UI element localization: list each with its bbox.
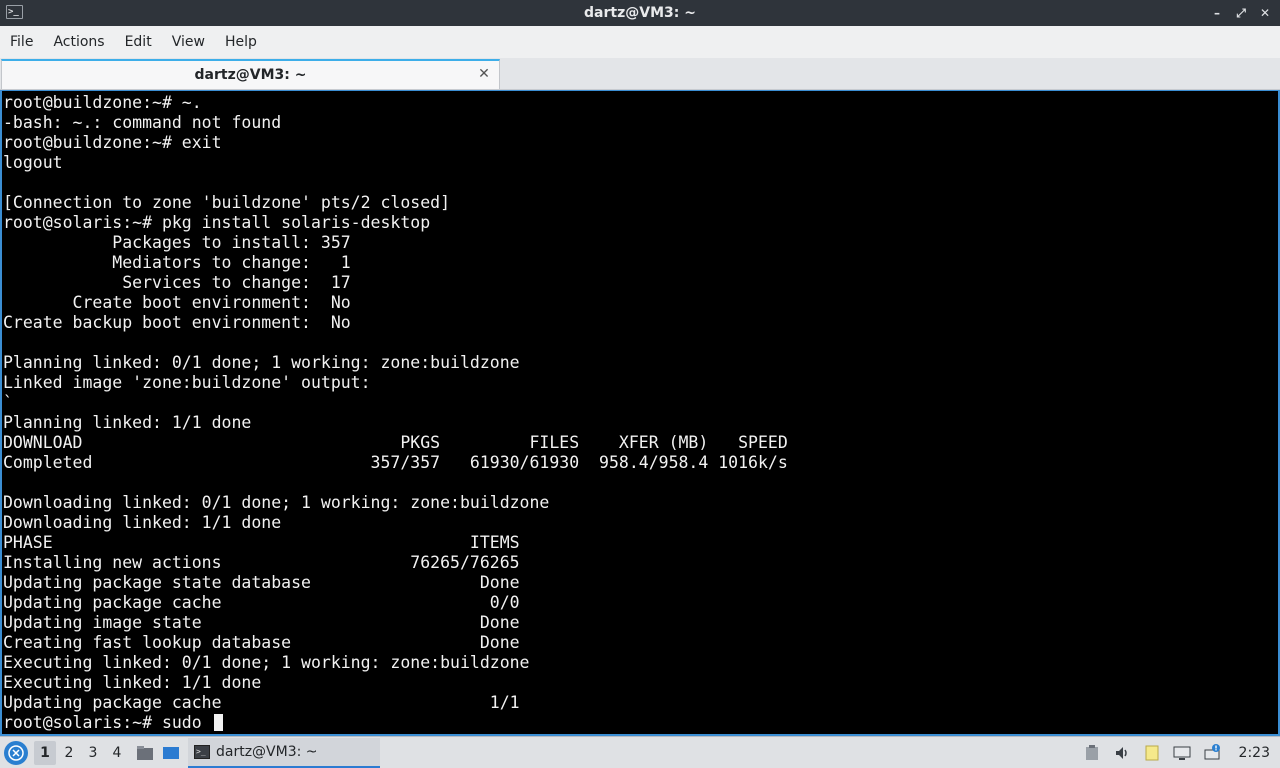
file-manager-launcher[interactable]: [134, 742, 156, 764]
menu-file[interactable]: File: [10, 34, 43, 50]
terminal-task-icon: >_: [194, 744, 210, 759]
maximize-button[interactable]: ⤢: [1234, 6, 1248, 21]
start-menu-button[interactable]: [4, 740, 28, 765]
tab-terminal[interactable]: dartz@VM3: ~ ✕: [1, 59, 500, 89]
taskbar-task-label: dartz@VM3: ~: [216, 743, 318, 760]
terminal-line: Updating package state database Done: [3, 573, 520, 592]
network-notification-icon: [1204, 743, 1220, 759]
menu-bar: File Actions Edit View Help: [0, 26, 1280, 58]
tab-label: dartz@VM3: ~: [194, 67, 307, 83]
clipboard-icon: [1085, 744, 1098, 760]
terminal-prompt: root@solaris:~# sudo: [3, 713, 212, 732]
terminal-line: Mediators to change: 1: [3, 253, 351, 272]
terminal-line: Downloading linked: 1/1 done: [3, 513, 282, 532]
menu-view[interactable]: View: [172, 34, 215, 50]
terminal-line: Planning linked: 0/1 done; 1 working: zo…: [3, 353, 520, 372]
terminal-line: [Connection to zone 'buildzone' pts/2 cl…: [3, 193, 451, 212]
terminal-line: Create boot environment: No: [3, 293, 351, 312]
network-tray[interactable]: [1203, 743, 1221, 762]
terminal-line: Updating package cache 0/0: [3, 593, 520, 612]
terminal-line: root@solaris:~# pkg install solaris-desk…: [3, 213, 431, 232]
menu-help[interactable]: Help: [225, 34, 267, 50]
start-logo-icon: [8, 744, 24, 761]
desktop-launcher[interactable]: [160, 742, 182, 764]
terminal-line: Completed 357/357 61930/61930 958.4/958.…: [3, 453, 788, 472]
terminal-prompt-line[interactable]: root@solaris:~# sudo: [3, 713, 1278, 733]
notes-icon: [1145, 745, 1159, 760]
monitor-icon: [1173, 746, 1191, 760]
terminal-line: Executing linked: 0/1 done; 1 working: z…: [3, 653, 530, 672]
volume-icon: [1115, 746, 1127, 759]
menu-edit[interactable]: Edit: [125, 34, 162, 50]
show-desktop-icon: [163, 746, 179, 759]
window-controls: – ⤢ ✕: [1210, 0, 1272, 26]
taskbar-terminal-task[interactable]: >_ dartz@VM3: ~: [188, 737, 380, 768]
terminal-app-icon: >_: [6, 5, 23, 19]
window-title: dartz@VM3: ~: [584, 5, 696, 21]
terminal-line: -bash: ~.: command not found: [3, 113, 282, 132]
terminal-line: Packages to install: 357: [3, 233, 351, 252]
terminal-line: Downloading linked: 0/1 done; 1 working:…: [3, 493, 550, 512]
workspace-4[interactable]: 4: [106, 741, 128, 765]
terminal-line: Executing linked: 1/1 done: [3, 673, 262, 692]
terminal-line: PHASE ITEMS: [3, 533, 520, 552]
terminal-line: root@buildzone:~# exit: [3, 133, 222, 152]
volume-tray[interactable]: [1113, 744, 1131, 762]
close-button[interactable]: ✕: [1258, 6, 1272, 20]
menu-actions[interactable]: Actions: [53, 34, 114, 50]
file-manager-icon: [137, 745, 153, 760]
terminal-line: DOWNLOAD PKGS FILES XFER (MB) SPEED: [3, 433, 788, 452]
terminal-line: Create backup boot environment: No: [3, 313, 351, 332]
terminal-line: Linked image 'zone:buildzone' output:: [3, 373, 371, 392]
system-tray: 2:23: [1083, 743, 1280, 762]
terminal-line: Updating package cache 1/1: [3, 693, 520, 712]
terminal-lines: root@buildzone:~# ~. -bash: ~.: command n…: [3, 93, 1278, 713]
workspace-1[interactable]: 1: [34, 740, 56, 765]
terminal-line: Updating image state Done: [3, 613, 520, 632]
terminal-line: Planning linked: 1/1 done: [3, 413, 252, 432]
tab-bar: dartz@VM3: ~ ✕: [0, 58, 1280, 90]
clipboard-tray[interactable]: [1083, 744, 1101, 762]
terminal-line: `: [3, 393, 13, 412]
terminal-line: Services to change: 17: [3, 273, 351, 292]
notes-tray[interactable]: [1143, 744, 1161, 762]
display-tray[interactable]: [1173, 744, 1191, 762]
window-titlebar[interactable]: >_ dartz@VM3: ~ – ⤢ ✕: [0, 0, 1280, 26]
clock[interactable]: 2:23: [1239, 745, 1270, 761]
tab-close-icon[interactable]: ✕: [477, 66, 491, 82]
workspace-3[interactable]: 3: [82, 741, 104, 765]
workspace-2[interactable]: 2: [58, 741, 80, 765]
terminal-line: logout: [3, 153, 63, 172]
minimize-button[interactable]: –: [1210, 6, 1224, 20]
terminal-line: root@buildzone:~# ~.: [3, 93, 202, 112]
terminal-cursor: [213, 714, 223, 731]
terminal-line: Installing new actions 76265/76265: [3, 553, 520, 572]
terminal-output[interactable]: root@buildzone:~# ~. -bash: ~.: command n…: [0, 90, 1280, 736]
terminal-line: Creating fast lookup database Done: [3, 633, 520, 652]
taskbar: 1 2 3 4 >_ dartz@VM3: ~ 2:23: [0, 736, 1280, 768]
